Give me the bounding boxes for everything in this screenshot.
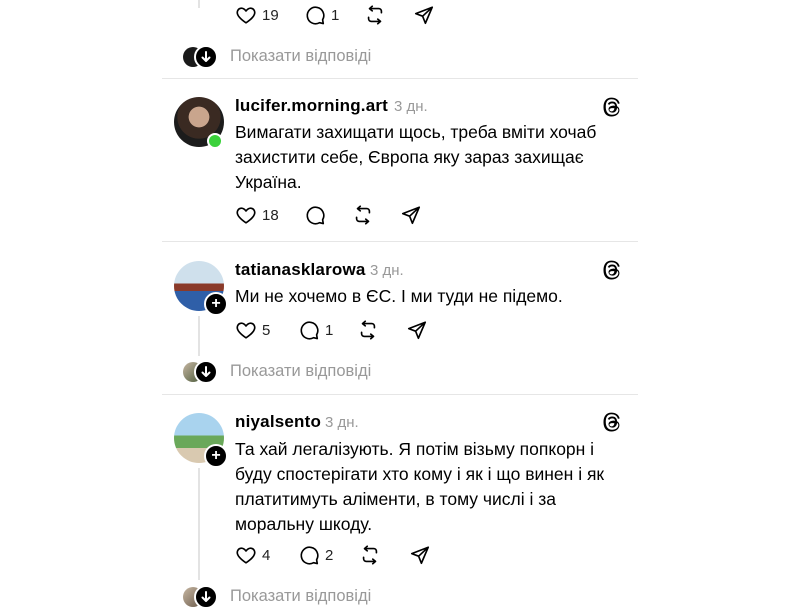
comment-icon: [304, 204, 326, 226]
reply-button[interactable]: 2: [298, 543, 333, 567]
comment-text: Вимагати захищати щось, треба вміти хоча…: [235, 122, 597, 192]
share-button[interactable]: [400, 203, 422, 227]
repost-icon: [364, 4, 386, 26]
expand-replies-icon[interactable]: [194, 585, 218, 609]
like-button[interactable]: 4: [235, 543, 270, 567]
share-button[interactable]: [413, 3, 435, 27]
reply-button[interactable]: 1: [298, 318, 333, 342]
comment-icon: [298, 319, 320, 341]
repost-button[interactable]: [364, 3, 386, 27]
repost-button[interactable]: [359, 543, 381, 567]
thread-line: [198, 0, 200, 8]
divider: [162, 394, 638, 395]
online-indicator: [207, 133, 223, 149]
repost-icon: [359, 544, 381, 566]
comment-icon: [304, 4, 326, 26]
share-button[interactable]: [406, 318, 428, 342]
timestamp: 3 дн.: [325, 414, 359, 431]
timestamp: 3 дн.: [394, 98, 428, 115]
threads-logo-icon[interactable]: [601, 96, 623, 118]
repost-icon: [352, 204, 374, 226]
show-replies-link[interactable]: Показати відповіді: [230, 47, 371, 66]
heart-icon: [235, 319, 257, 341]
heart-icon: [235, 544, 257, 566]
comment-text: Та хай легалізують. Я потім візьму попко…: [235, 439, 605, 534]
show-replies-link[interactable]: Показати відповіді: [230, 362, 371, 381]
expand-replies-icon[interactable]: [194, 45, 218, 69]
like-count: 18: [262, 206, 279, 224]
heart-icon: [235, 204, 257, 226]
comment-text: Ми не хочемо в ЄС. І ми туди не підемо.: [235, 286, 563, 306]
reply-count: 1: [325, 321, 334, 339]
repost-button[interactable]: [357, 318, 379, 342]
username[interactable]: tatianasklarowa: [235, 260, 366, 280]
reply-button[interactable]: 1: [304, 3, 339, 27]
reply-count: 2: [325, 546, 334, 564]
timestamp: 3 дн.: [370, 262, 404, 279]
share-icon: [400, 204, 422, 226]
follow-button[interactable]: +: [204, 444, 228, 468]
repost-button[interactable]: [352, 203, 374, 227]
follow-button[interactable]: +: [204, 292, 228, 316]
heart-icon: [235, 4, 257, 26]
divider: [162, 78, 638, 79]
threads-logo-icon[interactable]: [601, 411, 623, 433]
like-count: 19: [262, 6, 279, 24]
thread-line: [198, 316, 200, 356]
reply-count: 1: [331, 6, 340, 24]
like-button[interactable]: 18: [235, 203, 279, 227]
share-button[interactable]: [409, 543, 431, 567]
like-button[interactable]: 19: [235, 3, 279, 27]
like-count: 5: [262, 321, 271, 339]
thread-line: [198, 468, 200, 580]
comment-icon: [298, 544, 320, 566]
threads-logo-icon[interactable]: [601, 259, 623, 281]
username[interactable]: niyalsento: [235, 412, 321, 432]
divider: [162, 241, 638, 242]
share-icon: [406, 319, 428, 341]
like-button[interactable]: 5: [235, 318, 270, 342]
show-replies-link[interactable]: Показати відповіді: [230, 587, 371, 606]
share-icon: [413, 4, 435, 26]
reply-button[interactable]: [304, 203, 326, 227]
like-count: 4: [262, 546, 271, 564]
share-icon: [409, 544, 431, 566]
expand-replies-icon[interactable]: [194, 360, 218, 384]
username[interactable]: lucifer.morning.art: [235, 96, 388, 116]
repost-icon: [357, 319, 379, 341]
